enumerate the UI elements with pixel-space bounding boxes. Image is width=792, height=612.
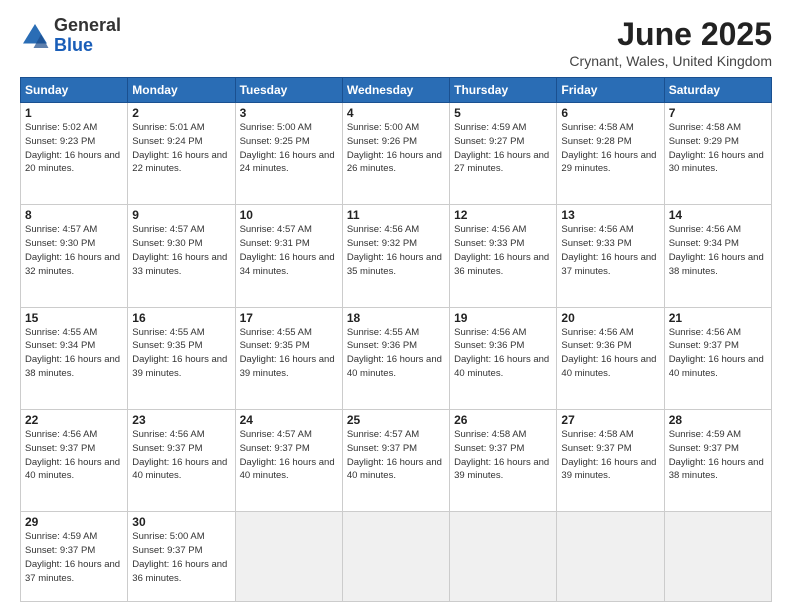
col-saturday: Saturday: [664, 78, 771, 103]
empty-cell-2: [342, 512, 449, 602]
day-10: 10 Sunrise: 4:57 AMSunset: 9:31 PMDaylig…: [235, 205, 342, 307]
week-5: 29 Sunrise: 4:59 AMSunset: 9:37 PMDaylig…: [21, 512, 772, 602]
week-3: 15 Sunrise: 4:55 AMSunset: 9:34 PMDaylig…: [21, 307, 772, 409]
day-6: 6 Sunrise: 4:58 AMSunset: 9:28 PMDayligh…: [557, 103, 664, 205]
month-title: June 2025: [569, 16, 772, 53]
week-2: 8 Sunrise: 4:57 AMSunset: 9:30 PMDayligh…: [21, 205, 772, 307]
day-19: 19 Sunrise: 4:56 AMSunset: 9:36 PMDaylig…: [450, 307, 557, 409]
col-thursday: Thursday: [450, 78, 557, 103]
col-friday: Friday: [557, 78, 664, 103]
calendar-table: Sunday Monday Tuesday Wednesday Thursday…: [20, 77, 772, 602]
col-sunday: Sunday: [21, 78, 128, 103]
logo-icon: [20, 21, 50, 51]
header-row: Sunday Monday Tuesday Wednesday Thursday…: [21, 78, 772, 103]
day-2: 2 Sunrise: 5:01 AMSunset: 9:24 PMDayligh…: [128, 103, 235, 205]
day-26: 26 Sunrise: 4:58 AMSunset: 9:37 PMDaylig…: [450, 410, 557, 512]
logo-blue-text: Blue: [54, 36, 121, 56]
day-16: 16 Sunrise: 4:55 AMSunset: 9:35 PMDaylig…: [128, 307, 235, 409]
day-24: 24 Sunrise: 4:57 AMSunset: 9:37 PMDaylig…: [235, 410, 342, 512]
page: General Blue June 2025 Crynant, Wales, U…: [0, 0, 792, 612]
empty-cell-1: [235, 512, 342, 602]
empty-cell-4: [557, 512, 664, 602]
day-27: 27 Sunrise: 4:58 AMSunset: 9:37 PMDaylig…: [557, 410, 664, 512]
day-22: 22 Sunrise: 4:56 AMSunset: 9:37 PMDaylig…: [21, 410, 128, 512]
day-18: 18 Sunrise: 4:55 AMSunset: 9:36 PMDaylig…: [342, 307, 449, 409]
location: Crynant, Wales, United Kingdom: [569, 53, 772, 69]
day-21: 21 Sunrise: 4:56 AMSunset: 9:37 PMDaylig…: [664, 307, 771, 409]
day-29: 29 Sunrise: 4:59 AMSunset: 9:37 PMDaylig…: [21, 512, 128, 602]
empty-cell-3: [450, 512, 557, 602]
col-tuesday: Tuesday: [235, 78, 342, 103]
day-13: 13 Sunrise: 4:56 AMSunset: 9:33 PMDaylig…: [557, 205, 664, 307]
day-9: 9 Sunrise: 4:57 AMSunset: 9:30 PMDayligh…: [128, 205, 235, 307]
day-4: 4 Sunrise: 5:00 AMSunset: 9:26 PMDayligh…: [342, 103, 449, 205]
day-25: 25 Sunrise: 4:57 AMSunset: 9:37 PMDaylig…: [342, 410, 449, 512]
day-1: 1 Sunrise: 5:02 AMSunset: 9:23 PMDayligh…: [21, 103, 128, 205]
week-4: 22 Sunrise: 4:56 AMSunset: 9:37 PMDaylig…: [21, 410, 772, 512]
day-14: 14 Sunrise: 4:56 AMSunset: 9:34 PMDaylig…: [664, 205, 771, 307]
day-11: 11 Sunrise: 4:56 AMSunset: 9:32 PMDaylig…: [342, 205, 449, 307]
logo-general-text: General: [54, 16, 121, 36]
day-8: 8 Sunrise: 4:57 AMSunset: 9:30 PMDayligh…: [21, 205, 128, 307]
day-23: 23 Sunrise: 4:56 AMSunset: 9:37 PMDaylig…: [128, 410, 235, 512]
title-block: June 2025 Crynant, Wales, United Kingdom: [569, 16, 772, 69]
day-15: 15 Sunrise: 4:55 AMSunset: 9:34 PMDaylig…: [21, 307, 128, 409]
day-7: 7 Sunrise: 4:58 AMSunset: 9:29 PMDayligh…: [664, 103, 771, 205]
day-20: 20 Sunrise: 4:56 AMSunset: 9:36 PMDaylig…: [557, 307, 664, 409]
day-5: 5 Sunrise: 4:59 AMSunset: 9:27 PMDayligh…: [450, 103, 557, 205]
col-monday: Monday: [128, 78, 235, 103]
empty-cell-5: [664, 512, 771, 602]
col-wednesday: Wednesday: [342, 78, 449, 103]
day-30: 30 Sunrise: 5:00 AMSunset: 9:37 PMDaylig…: [128, 512, 235, 602]
week-1: 1 Sunrise: 5:02 AMSunset: 9:23 PMDayligh…: [21, 103, 772, 205]
logo: General Blue: [20, 16, 121, 56]
day-28: 28 Sunrise: 4:59 AMSunset: 9:37 PMDaylig…: [664, 410, 771, 512]
day-17: 17 Sunrise: 4:55 AMSunset: 9:35 PMDaylig…: [235, 307, 342, 409]
day-12: 12 Sunrise: 4:56 AMSunset: 9:33 PMDaylig…: [450, 205, 557, 307]
day-3: 3 Sunrise: 5:00 AMSunset: 9:25 PMDayligh…: [235, 103, 342, 205]
header: General Blue June 2025 Crynant, Wales, U…: [20, 16, 772, 69]
